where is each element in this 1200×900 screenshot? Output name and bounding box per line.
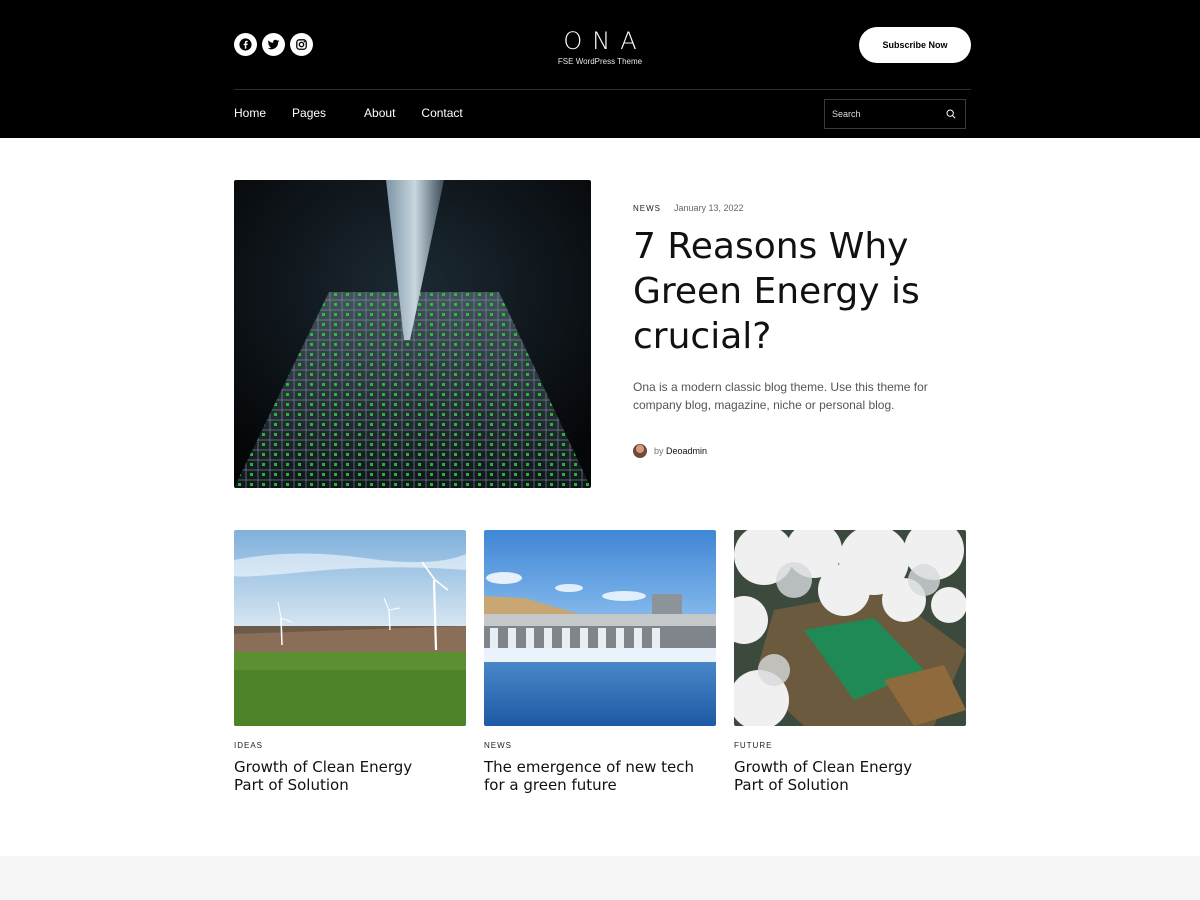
post-card: FUTURE Growth of Clean Energy Part of So…: [734, 530, 966, 794]
search-icon: [946, 109, 956, 119]
author-line: by Deoadmin: [654, 446, 707, 456]
post-category[interactable]: IDEAS: [234, 741, 466, 750]
facebook-icon[interactable]: [234, 33, 257, 56]
nav-item-about[interactable]: About: [364, 106, 395, 120]
search-button[interactable]: [937, 100, 965, 128]
search-box: [824, 99, 966, 129]
nav-item-pages[interactable]: Pages: [292, 106, 326, 120]
featured-excerpt: Ona is a modern classic blog theme. Use …: [633, 380, 928, 412]
post-card: NEWS The emergence of new tech for a gre…: [484, 530, 716, 794]
site-brand[interactable]: ONA FSE WordPress Theme: [500, 28, 700, 66]
post-category[interactable]: FUTURE: [734, 741, 966, 750]
site-header: ONA FSE WordPress Theme Subscribe Now Ho…: [0, 0, 1200, 138]
author-prefix: by: [654, 446, 664, 456]
featured-category[interactable]: NEWS: [633, 204, 661, 213]
post-category[interactable]: NEWS: [484, 741, 716, 750]
featured-title[interactable]: 7 Reasons Why Green Energy is crucial?: [633, 224, 973, 359]
author-name[interactable]: Deoadmin: [666, 446, 707, 456]
main-nav: Home Pages About Contact: [234, 106, 489, 120]
featured-meta: NEWS January 13, 2022: [633, 203, 744, 213]
post-thumbnail-aerial-clouds[interactable]: [734, 530, 966, 726]
header-divider: [234, 89, 971, 90]
post-thumbnail-dam[interactable]: [484, 530, 716, 726]
social-links: [234, 33, 313, 56]
post-card: IDEAS Growth of Clean Energy Part of Sol…: [234, 530, 466, 794]
post-thumbnail-wind-farm[interactable]: [234, 530, 466, 726]
nav-item-home[interactable]: Home: [234, 106, 266, 120]
post-title[interactable]: The emergence of new tech for a green fu…: [484, 758, 694, 794]
avatar: [633, 444, 647, 458]
instagram-icon[interactable]: [290, 33, 313, 56]
post-title[interactable]: Growth of Clean Energy Part of Solution: [234, 758, 444, 794]
subscribe-button[interactable]: Subscribe Now: [859, 27, 971, 63]
twitter-icon[interactable]: [262, 33, 285, 56]
footer-band: [0, 856, 1200, 900]
search-input[interactable]: [825, 109, 937, 119]
post-title[interactable]: Growth of Clean Energy Part of Solution: [734, 758, 944, 794]
featured-image[interactable]: [234, 180, 591, 488]
featured-author: by Deoadmin: [633, 444, 707, 458]
nav-item-contact[interactable]: Contact: [421, 106, 462, 120]
featured-date: January 13, 2022: [674, 203, 744, 213]
site-tagline: FSE WordPress Theme: [557, 57, 643, 66]
site-logo[interactable]: ONA: [500, 28, 700, 54]
